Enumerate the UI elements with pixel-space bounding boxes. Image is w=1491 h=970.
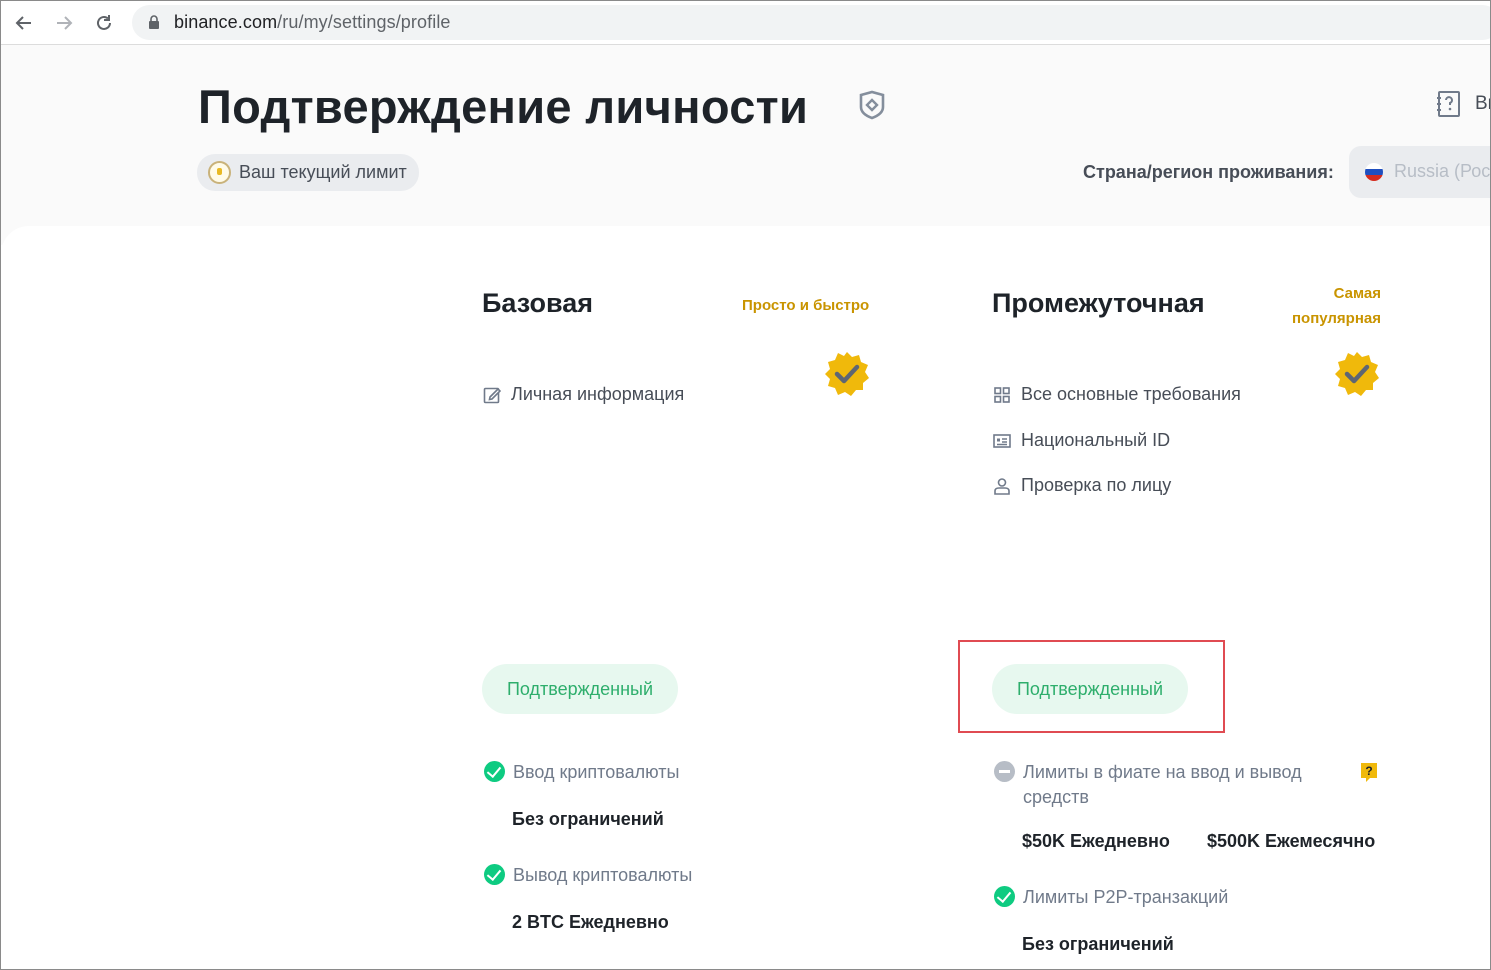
help-book-icon[interactable] (1436, 90, 1462, 118)
current-limit-button[interactable]: Ваш текущий лимит (197, 154, 419, 191)
feature-fiat-limits: Лимиты в фиате на ввод и вывод средств (994, 760, 1302, 810)
svg-text:?: ? (1365, 764, 1372, 778)
requirement-label: Проверка по лицу (1021, 475, 1172, 495)
address-bar[interactable]: binance.com/ru/my/settings/profile (132, 5, 1490, 40)
feature-label: Вывод криптовалюты (513, 865, 693, 885)
check-circle-icon (484, 761, 505, 782)
id-card-icon (993, 433, 1011, 448)
verification-levels-panel (1, 226, 1490, 969)
feature-p2p-limits: Лимиты P2P-транзакций (994, 885, 1228, 910)
verified-badge-icon (1335, 352, 1379, 396)
check-circle-icon (484, 864, 505, 885)
requirement-personal-info: Личная информация (483, 384, 684, 405)
arrow-left-icon (15, 16, 31, 30)
level-tag-intermediate: Самая популярная (1251, 281, 1381, 331)
edit-icon (483, 387, 501, 403)
person-icon (994, 477, 1010, 495)
feature-crypto-deposit: Ввод криптовалюты (484, 760, 679, 785)
question-icon[interactable]: ? (1360, 762, 1378, 784)
highlight-annotation (958, 640, 1225, 733)
page-header (1, 45, 1490, 245)
level-tag-line1: Самая (1333, 285, 1381, 302)
grid-icon (994, 386, 1010, 403)
level-tag-line2: популярная (1291, 310, 1381, 327)
country-value: Russia (Росс (1394, 161, 1491, 181)
feature-label: Ввод криптовалюты (513, 762, 680, 782)
feature-crypto-withdraw: Вывод криптовалюты (484, 863, 692, 888)
level-title-basic: Базовая (482, 288, 594, 318)
url-text: binance.com/ru/my/settings/profile (174, 12, 451, 33)
feature-value: Без ограничений (512, 809, 664, 829)
requirement-face-check: Проверка по лицу (993, 475, 1171, 496)
level-tag-basic: Просто и быстро (742, 297, 870, 314)
url-host: binance.com (174, 12, 278, 32)
feature-label-line2: средств (1023, 787, 1089, 807)
requirement-label: Личная информация (511, 384, 685, 404)
help-link-text[interactable]: Ви (1475, 93, 1490, 115)
feature-value-monthly: $500K Ежемесячно (1207, 831, 1376, 851)
feature-label: Лимиты в фиате на ввод и вывод средств (1023, 760, 1302, 810)
requirement-label: Все основные требования (1021, 384, 1241, 404)
shield-icon (859, 90, 885, 120)
url-path: /ru/my/settings/profile (277, 12, 451, 32)
reload-button[interactable] (91, 10, 117, 36)
level-title-intermediate: Промежуточная (992, 288, 1205, 318)
requirement-basic-all: Все основные требования (993, 384, 1241, 405)
russia-flag-icon (1365, 163, 1383, 181)
status-verified-basic[interactable]: Подтвержденный (482, 664, 678, 714)
feature-value-daily: $50K Ежедневно (1022, 831, 1170, 851)
feature-value: Без ограничений (1022, 934, 1174, 954)
feature-label-line1: Лимиты в фиате на ввод и вывод (1023, 762, 1302, 782)
minus-circle-icon (994, 761, 1015, 782)
verified-badge-icon (825, 352, 869, 396)
feature-label: Лимиты P2P-транзакций (1023, 887, 1229, 907)
country-select[interactable]: Russia (Росс (1349, 146, 1491, 198)
check-circle-icon (994, 886, 1015, 907)
back-button[interactable] (11, 10, 37, 36)
feature-value: 2 BTC Ежедневно (512, 912, 669, 932)
arrow-right-icon (57, 16, 73, 30)
country-label: Страна/регион проживания: (1083, 162, 1334, 182)
browser-toolbar: binance.com/ru/my/settings/profile (1, 1, 1490, 45)
page-title: Подтверждение личности (198, 80, 809, 133)
lock-icon (149, 15, 159, 29)
reload-icon (97, 15, 111, 30)
requirement-label: Национальный ID (1021, 430, 1171, 450)
page-frame: binance.com/ru/my/settings/profile Подтв… (0, 0, 1491, 970)
requirement-national-id: Национальный ID (993, 430, 1170, 451)
forward-button[interactable] (51, 10, 77, 36)
coin-icon (208, 161, 231, 184)
current-limit-label: Ваш текущий лимит (239, 162, 407, 182)
